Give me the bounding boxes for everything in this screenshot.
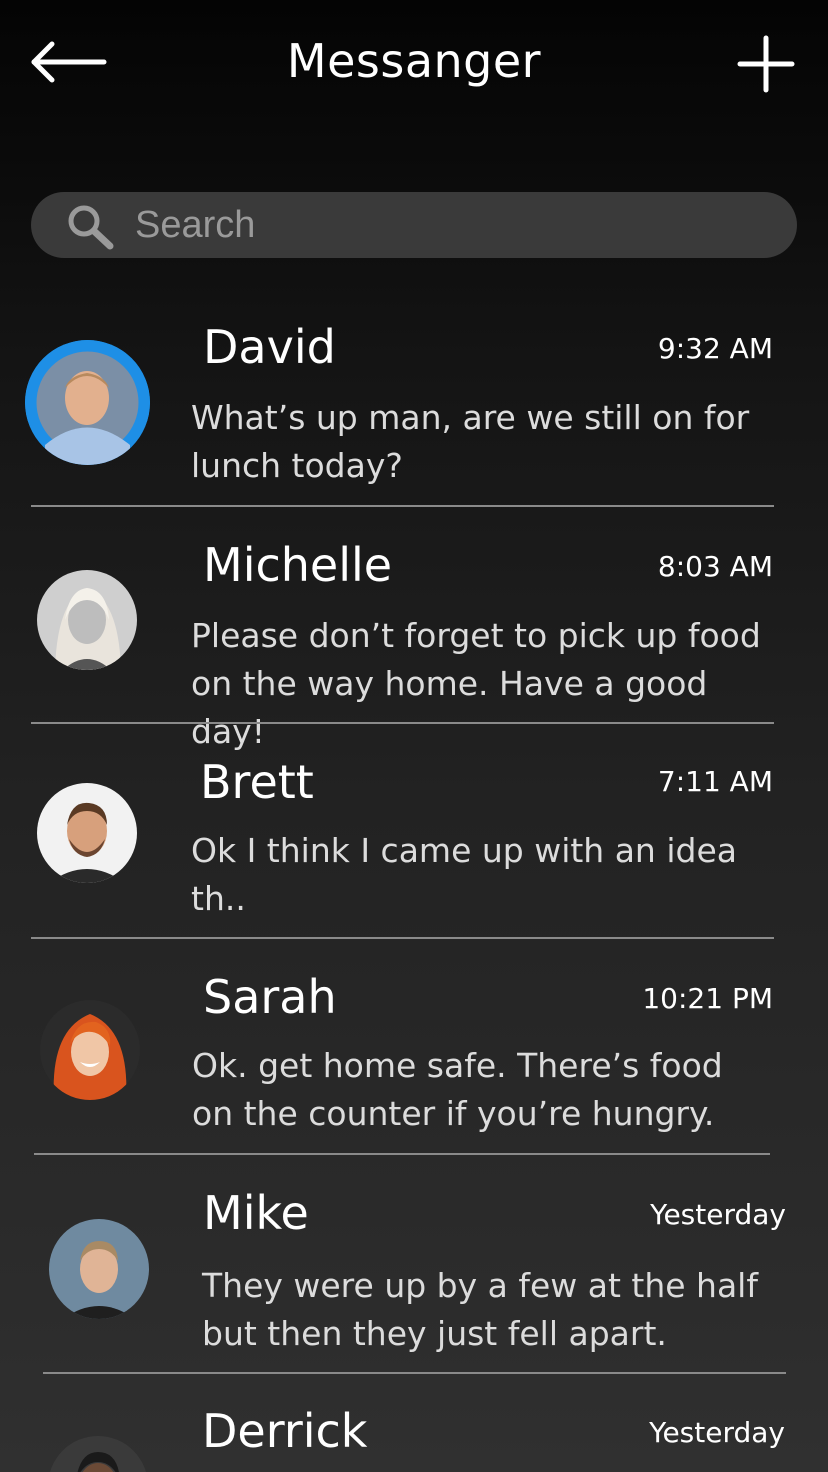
avatar-derrick <box>48 1436 148 1472</box>
conversation-row-david[interactable]: David 9:32 AM What’s up man, are we stil… <box>0 310 828 510</box>
conversation-row-brett[interactable]: Brett 7:11 AM Ok I think I came up with … <box>0 745 828 935</box>
avatar-michelle <box>37 570 137 670</box>
message-preview: They were up by a few at the half but th… <box>202 1266 758 1353</box>
message-time: Yesterday <box>650 1198 786 1231</box>
add-icon[interactable] <box>736 34 796 94</box>
row-divider <box>34 1153 770 1155</box>
message-time: 7:11 AM <box>657 765 773 798</box>
search-icon <box>65 202 117 250</box>
message-time: 8:03 AM <box>657 550 773 583</box>
conversation-row-mike[interactable]: Mike Yesterday They were up by a few at … <box>0 1176 828 1371</box>
contact-name: Brett <box>200 755 314 809</box>
row-divider <box>31 937 774 939</box>
message-time: 10:21 PM <box>642 982 773 1015</box>
row-divider <box>43 1372 786 1374</box>
contact-name: David <box>203 320 336 374</box>
conversation-row-michelle[interactable]: Michelle 8:03 AM Please don’t forget to … <box>0 528 828 751</box>
contact-name: Michelle <box>203 538 393 592</box>
page-title: Messanger <box>286 34 542 88</box>
avatar-mike <box>49 1219 149 1319</box>
contact-name: Mike <box>203 1186 309 1240</box>
message-preview: Ok. get home safe. There’s food on the c… <box>192 1046 723 1133</box>
avatar-brett <box>37 783 137 883</box>
search-input[interactable] <box>135 200 775 250</box>
contact-name: Sarah <box>203 970 337 1024</box>
row-divider <box>31 722 774 724</box>
search-bar <box>31 192 797 258</box>
message-time: 9:32 AM <box>657 332 773 365</box>
row-divider <box>31 505 774 507</box>
message-time: Yesterday <box>649 1416 785 1449</box>
top-bar: Messanger <box>0 0 828 130</box>
avatar-david <box>25 340 150 465</box>
avatar-sarah <box>40 1000 140 1100</box>
message-preview: Ok I think I came up with an idea th.. <box>191 831 737 918</box>
conversation-row-derrick[interactable]: Derrick Yesterday <box>0 1394 828 1472</box>
message-preview: Please don’t forget to pick up food on t… <box>191 616 761 751</box>
message-preview: What’s up man, are we still on for lunch… <box>191 398 750 485</box>
contact-name: Derrick <box>202 1404 368 1458</box>
conversation-row-sarah[interactable]: Sarah 10:21 PM Ok. get home safe. There’… <box>0 960 828 1152</box>
